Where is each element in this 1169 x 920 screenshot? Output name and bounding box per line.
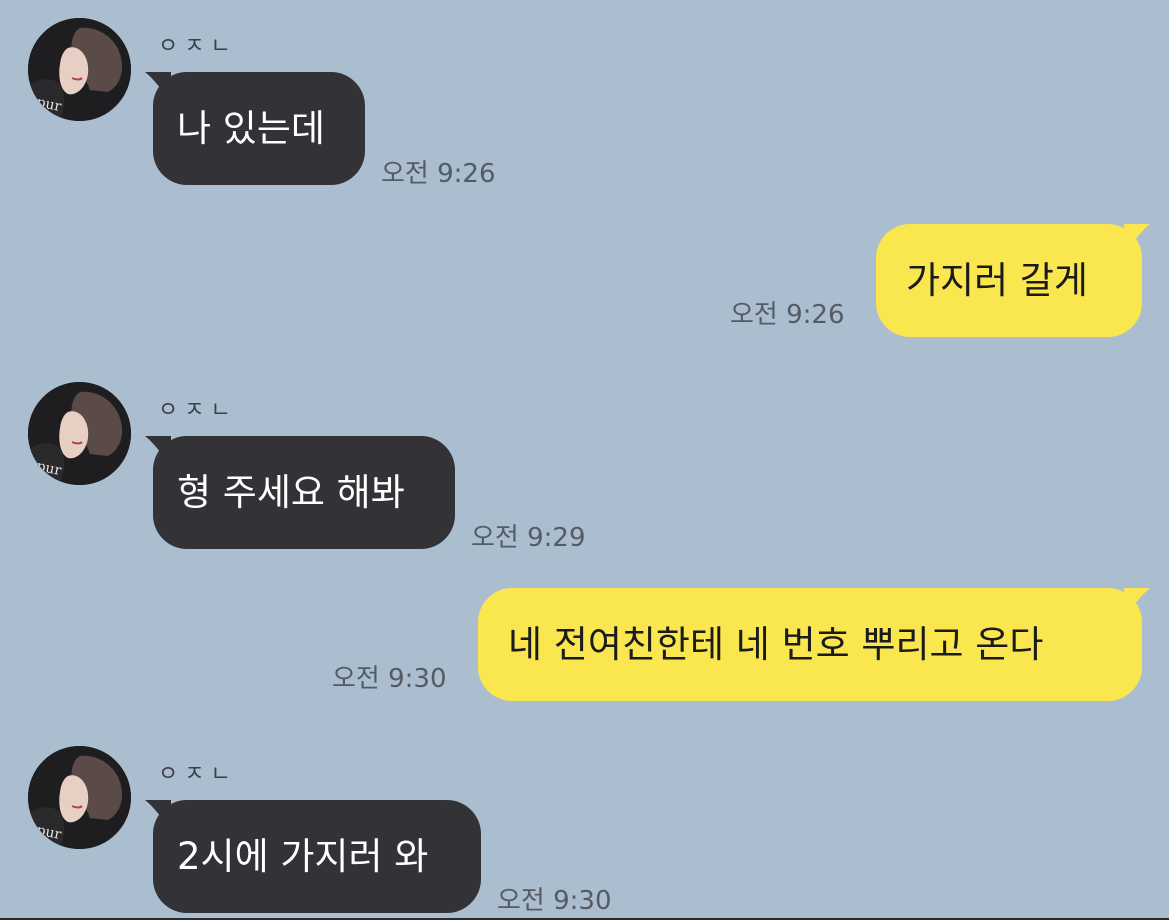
profile-photo-icon: pur bbox=[28, 382, 131, 485]
message-time: 오전 9:29 bbox=[471, 523, 586, 553]
message-time: 오전 9:26 bbox=[730, 300, 845, 330]
chat-room[interactable]: pur ㅇㅈㄴ 나 있는데 오전 9:26 가지러 갈게 오전 9:26 pur… bbox=[0, 0, 1169, 920]
message-bubble[interactable]: 네 전여친한테 네 번호 뿌리고 온다 bbox=[478, 588, 1150, 701]
message-text: 나 있는데 bbox=[177, 107, 325, 150]
bubble-tail-icon bbox=[145, 436, 171, 466]
sender-name: ㅇㅈㄴ bbox=[158, 398, 237, 423]
profile-photo-icon: pur bbox=[28, 18, 131, 121]
message-text: 가지러 갈게 bbox=[906, 259, 1088, 302]
profile-photo-icon: pur bbox=[28, 746, 131, 849]
bubble-tail-icon bbox=[1124, 224, 1150, 254]
bubble-tail-icon bbox=[145, 72, 171, 102]
sender-name: ㅇㅈㄴ bbox=[158, 762, 237, 787]
message-time: 오전 9:26 bbox=[381, 159, 496, 189]
profile-avatar[interactable]: pur bbox=[28, 746, 131, 849]
message-text: 네 전여친한테 네 번호 뿌리고 온다 bbox=[508, 623, 1044, 666]
bubble-tail-icon bbox=[1124, 588, 1150, 618]
message-bubble[interactable]: 형 주세요 해봐 bbox=[145, 436, 455, 549]
message-time: 오전 9:30 bbox=[497, 886, 612, 916]
message-bubble[interactable]: 2시에 가지러 와 bbox=[145, 800, 481, 913]
message-bubble[interactable]: 가지러 갈게 bbox=[876, 224, 1150, 337]
sender-name: ㅇㅈㄴ bbox=[158, 34, 237, 59]
message-time: 오전 9:30 bbox=[332, 664, 447, 694]
profile-avatar[interactable]: pur bbox=[28, 382, 131, 485]
message-text: 형 주세요 해봐 bbox=[177, 471, 405, 514]
message-text: 2시에 가지러 와 bbox=[177, 835, 429, 878]
bubble-tail-icon bbox=[145, 800, 171, 830]
profile-avatar[interactable]: pur bbox=[28, 18, 131, 121]
message-bubble[interactable]: 나 있는데 bbox=[145, 72, 365, 185]
